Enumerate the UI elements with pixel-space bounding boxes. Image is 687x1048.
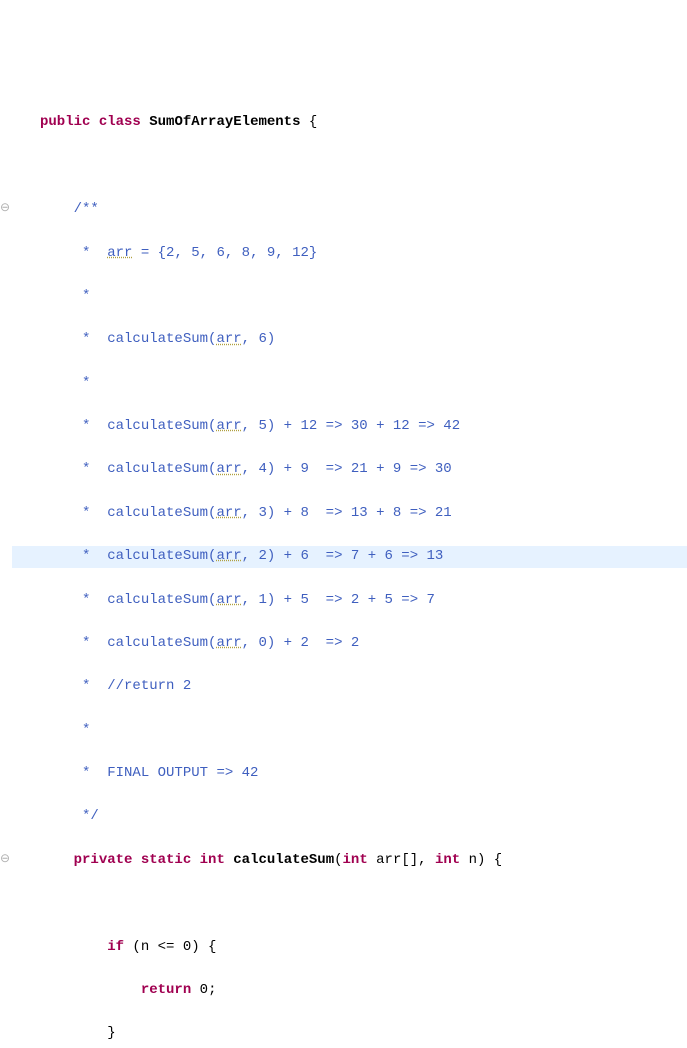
javadoc-start: /**: [74, 201, 99, 217]
javadoc-line: * calculateSum(arr, 3) + 8 => 13 + 8 => …: [12, 503, 687, 525]
blank-line: [12, 893, 687, 915]
javadoc-star: *: [74, 592, 91, 608]
code-line: public class SumOfArrayElements {: [12, 112, 687, 134]
javadoc-text: , 4) + 9 => 21 + 9 => 30: [242, 461, 452, 477]
javadoc-text: [90, 245, 107, 261]
javadoc-text: calculateSum(: [90, 418, 216, 434]
javadoc-star: *: [74, 765, 91, 781]
javadoc-line: * FINAL OUTPUT => 42: [12, 763, 687, 785]
javadoc-var-arr: arr: [216, 418, 241, 434]
brace: }: [107, 1025, 115, 1041]
javadoc-var-arr: arr: [216, 635, 241, 651]
javadoc-text: calculateSum(: [90, 461, 216, 477]
if-cond: (n <= 0) {: [124, 939, 216, 955]
javadoc-star: *: [74, 245, 91, 261]
javadoc-line: * calculateSum(arr, 6): [12, 329, 687, 351]
javadoc-text: , 6): [242, 331, 276, 347]
javadoc-star: *: [74, 375, 91, 391]
javadoc-text: , 2) + 6 => 7 + 6 => 13: [242, 548, 444, 564]
keyword-private: private: [74, 852, 133, 868]
javadoc-open: ⊖ /**: [12, 199, 687, 221]
param: n) {: [460, 852, 502, 868]
javadoc-line: * arr = {2, 5, 6, 8, 9, 12}: [12, 243, 687, 265]
space: [191, 982, 199, 998]
return-line: return 0;: [12, 980, 687, 1002]
javadoc-line: * //return 2: [12, 676, 687, 698]
javadoc-var-arr: arr: [216, 461, 241, 477]
javadoc-line: * calculateSum(arr, 1) + 5 => 2 + 5 => 7: [12, 590, 687, 612]
paren-open: (: [334, 852, 342, 868]
javadoc-star: *: [74, 288, 91, 304]
javadoc-star: *: [74, 331, 91, 347]
number-zero: 0: [200, 982, 208, 998]
javadoc-end: */: [74, 808, 99, 824]
keyword-public: public: [40, 114, 90, 130]
javadoc-line-highlighted: * calculateSum(arr, 2) + 6 => 7 + 6 => 1…: [12, 546, 687, 568]
keyword-int: int: [343, 852, 368, 868]
class-name: SumOfArrayElements: [149, 114, 300, 130]
javadoc-star: *: [74, 418, 91, 434]
javadoc-star: *: [74, 505, 91, 521]
javadoc-var-arr: arr: [216, 548, 241, 564]
javadoc-var-arr: arr: [216, 331, 241, 347]
javadoc-text: , 0) + 2 => 2: [242, 635, 360, 651]
blank-line: [12, 156, 687, 178]
javadoc-star: *: [74, 635, 91, 651]
javadoc-text: calculateSum(: [90, 548, 216, 564]
method-signature: ⊖ private static int calculateSum(int ar…: [12, 850, 687, 872]
javadoc-text: FINAL OUTPUT => 42: [90, 765, 258, 781]
method-name: calculateSum: [233, 852, 334, 868]
javadoc-text: calculateSum(: [90, 592, 216, 608]
javadoc-text: , 3) + 8 => 13 + 8 => 21: [242, 505, 452, 521]
javadoc-var-arr: arr: [107, 245, 132, 261]
javadoc-line: *: [12, 373, 687, 395]
keyword-int: int: [435, 852, 460, 868]
param: arr[],: [368, 852, 435, 868]
javadoc-text: calculateSum(: [90, 331, 216, 347]
javadoc-line: * calculateSum(arr, 5) + 12 => 30 + 12 =…: [12, 416, 687, 438]
javadoc-star: *: [74, 722, 91, 738]
keyword-class: class: [99, 114, 141, 130]
javadoc-text: calculateSum(: [90, 505, 216, 521]
javadoc-star: *: [74, 548, 91, 564]
javadoc-text: , 5) + 12 => 30 + 12 => 42: [242, 418, 460, 434]
keyword-int: int: [200, 852, 225, 868]
fold-icon[interactable]: ⊖: [0, 199, 24, 218]
javadoc-var-arr: arr: [216, 592, 241, 608]
keyword-if: if: [107, 939, 124, 955]
if-line: if (n <= 0) {: [12, 937, 687, 959]
keyword-static: static: [141, 852, 191, 868]
javadoc-close: */: [12, 806, 687, 828]
javadoc-text: //return 2: [90, 678, 191, 694]
code-editor: public class SumOfArrayElements { ⊖ /** …: [0, 87, 687, 1048]
javadoc-line: *: [12, 720, 687, 742]
close-brace-line: }: [12, 1023, 687, 1045]
javadoc-text: , 1) + 5 => 2 + 5 => 7: [242, 592, 435, 608]
javadoc-star: *: [74, 678, 91, 694]
javadoc-text: calculateSum(: [90, 635, 216, 651]
javadoc-line: * calculateSum(arr, 0) + 2 => 2: [12, 633, 687, 655]
javadoc-line: *: [12, 286, 687, 308]
fold-icon[interactable]: ⊖: [0, 850, 24, 869]
javadoc-line: * calculateSum(arr, 4) + 9 => 21 + 9 => …: [12, 459, 687, 481]
javadoc-text: = {2, 5, 6, 8, 9, 12}: [132, 245, 317, 261]
keyword-return: return: [141, 982, 191, 998]
brace: {: [300, 114, 317, 130]
javadoc-star: *: [74, 461, 91, 477]
javadoc-var-arr: arr: [216, 505, 241, 521]
semicolon: ;: [208, 982, 216, 998]
